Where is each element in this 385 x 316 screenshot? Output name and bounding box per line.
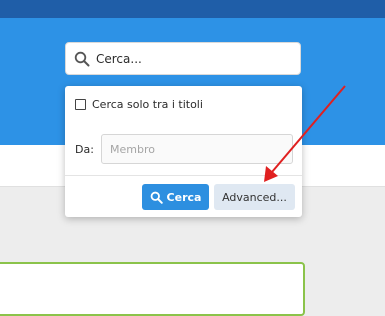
member-filter-row: Da:	[75, 134, 293, 164]
titles-only-label: Cerca solo tra i titoli	[92, 98, 203, 111]
search-dropdown: Cerca solo tra i titoli Da: Cerca Advanc…	[65, 86, 302, 217]
search-button-label: Cerca	[166, 190, 202, 204]
titles-only-option[interactable]: Cerca solo tra i titoli	[75, 98, 203, 111]
top-navigation-strip	[0, 0, 385, 18]
member-field[interactable]	[101, 134, 293, 164]
advanced-button-label: Advanced...	[222, 190, 287, 204]
content-panel	[0, 262, 305, 316]
member-input[interactable]	[110, 142, 292, 156]
search-icon	[150, 191, 163, 204]
search-box[interactable]	[65, 42, 301, 75]
by-member-label: Da:	[75, 142, 94, 156]
titles-only-checkbox[interactable]	[75, 99, 86, 110]
advanced-search-button[interactable]: Advanced...	[214, 184, 295, 210]
search-input[interactable]	[96, 51, 300, 66]
search-button[interactable]: Cerca	[142, 184, 209, 210]
search-icon	[72, 49, 92, 69]
